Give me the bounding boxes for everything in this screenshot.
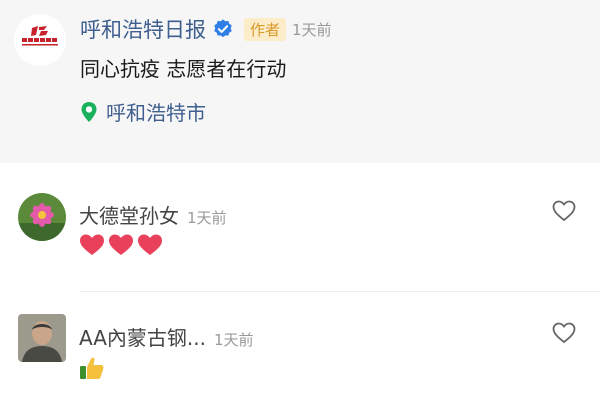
- location-label: 呼和浩特市: [106, 101, 206, 125]
- author-name[interactable]: 呼和浩特日报: [80, 14, 206, 44]
- commenter-name[interactable]: AA內蒙古钢...: [79, 322, 206, 351]
- like-heart-icon[interactable]: [552, 322, 576, 344]
- like-heart-icon[interactable]: [552, 200, 576, 222]
- comment-content: [79, 355, 105, 385]
- author-avatar[interactable]: [14, 14, 66, 66]
- verified-badge-icon: [214, 19, 232, 38]
- thumbs-up-emoji-icon: [80, 357, 104, 379]
- post-content: 同心抗疫 志愿者在行动: [80, 57, 287, 81]
- heart-emoji-icon: [80, 234, 104, 255]
- commenter-avatar[interactable]: [18, 193, 66, 241]
- comment-item: 大德堂孙女 1天前: [0, 163, 600, 293]
- comment-time: 1天前: [214, 331, 254, 349]
- flower-avatar-icon: [18, 193, 66, 241]
- comment-header: AA內蒙古钢... 1天前: [79, 322, 254, 351]
- heart-emoji-icon: [109, 234, 133, 255]
- heart-emoji-icon: [138, 234, 162, 255]
- comment-item: AA內蒙古钢... 1天前: [0, 292, 600, 401]
- post-card: 呼和浩特日报 作者 1天前 同心抗疫 志愿者在行动 呼和浩特市: [0, 0, 600, 163]
- person-avatar-icon: [18, 314, 66, 362]
- comment-header: 大德堂孙女 1天前: [79, 200, 227, 229]
- comment-content: [79, 233, 163, 257]
- post-header: 呼和浩特日报 作者 1天前: [80, 14, 332, 44]
- author-badge: 作者: [244, 17, 287, 41]
- commenter-avatar[interactable]: [18, 314, 66, 362]
- post-time: 1天前: [292, 20, 332, 39]
- newspaper-logo-icon: [22, 26, 58, 46]
- post-location[interactable]: 呼和浩特市: [80, 97, 206, 126]
- location-pin-icon: [81, 101, 97, 122]
- commenter-name[interactable]: 大德堂孙女: [79, 200, 179, 229]
- comment-time: 1天前: [187, 209, 227, 227]
